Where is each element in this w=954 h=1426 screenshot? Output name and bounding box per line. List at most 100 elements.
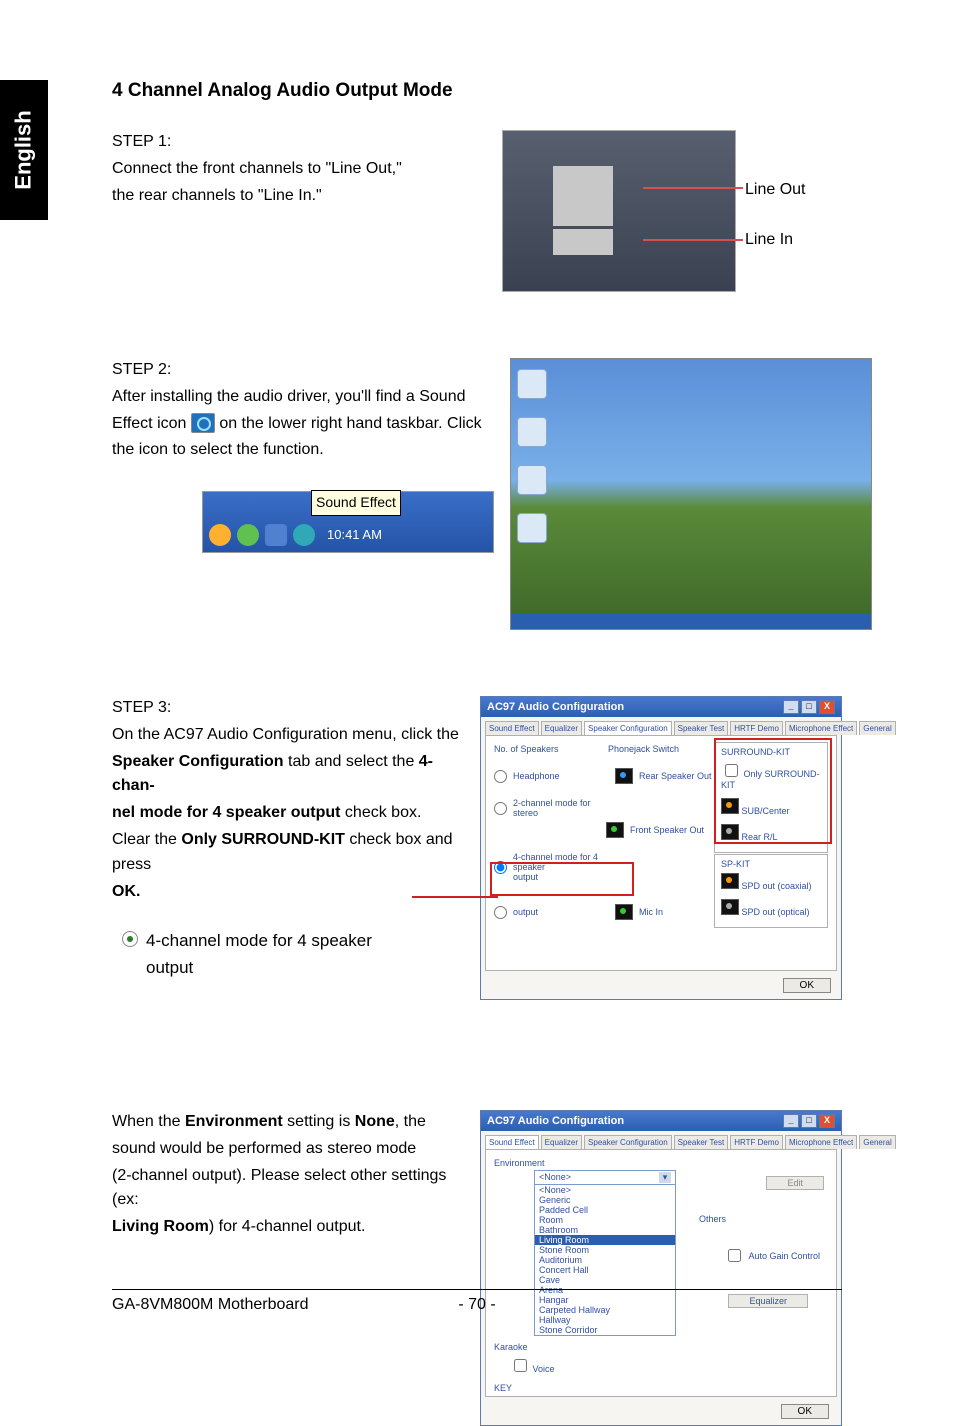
- front-speaker-out-label: Front Speaker Out: [630, 825, 704, 835]
- minimize-button[interactable]: _: [783, 1114, 799, 1128]
- auto-gain-checkbox[interactable]: [728, 1249, 741, 1262]
- step3-title: STEP 3:: [112, 696, 464, 721]
- radio-2channel[interactable]: [494, 802, 507, 815]
- step4-line3: (2-channel output). Please select other …: [112, 1164, 464, 1214]
- desktop-icon[interactable]: [517, 369, 547, 399]
- ac97-title: AC97 Audio Configuration: [487, 701, 624, 713]
- others-label: Others: [699, 1214, 726, 1224]
- env-option[interactable]: Room: [535, 1215, 675, 1225]
- tab-speaker-configuration[interactable]: Speaker Configuration: [584, 721, 672, 735]
- step2-line2: Effect icon on the lower right hand task…: [112, 412, 494, 437]
- desktop-icon[interactable]: [517, 417, 547, 447]
- jack-icon: [721, 899, 739, 915]
- env-option[interactable]: Hallway: [535, 1315, 675, 1325]
- env-option[interactable]: <None>: [535, 1185, 675, 1195]
- env-option[interactable]: Stone Room: [535, 1245, 675, 1255]
- tab-general[interactable]: General: [859, 1135, 895, 1149]
- step3-line2b: tab and select the: [284, 753, 419, 770]
- ac97-title: AC97 Audio Configuration: [487, 1115, 624, 1127]
- highlight-4channel: [490, 862, 634, 896]
- chevron-down-icon[interactable]: ▾: [659, 1172, 671, 1183]
- step4-line2: sound would be performed as stereo mode: [112, 1137, 464, 1162]
- step2-title: STEP 2:: [112, 358, 494, 383]
- step3-line2: Speaker Configuration tab and select the…: [112, 750, 464, 800]
- step2-line2b: on the lower right hand taskbar. Click: [219, 415, 481, 432]
- line-in-label: Line In: [745, 231, 845, 249]
- footer-page: - 70 -: [112, 1296, 842, 1314]
- step3-ok: OK.: [112, 880, 464, 905]
- step3-line3: nel mode for 4 speaker output check box.: [112, 801, 464, 826]
- maximize-button[interactable]: □: [801, 700, 817, 714]
- tab-hrtf-demo[interactable]: HRTF Demo: [730, 721, 783, 735]
- desktop-icon[interactable]: [517, 513, 547, 543]
- tray-icon-1[interactable]: [209, 524, 231, 546]
- minimize-button[interactable]: _: [783, 700, 799, 714]
- environment-group-label: Environment: [494, 1158, 828, 1168]
- close-button[interactable]: X: [819, 700, 835, 714]
- headphone-label: Headphone: [513, 771, 609, 781]
- tab-speaker-configuration[interactable]: Speaker Configuration: [584, 1135, 672, 1149]
- ok-button[interactable]: OK: [781, 1404, 829, 1419]
- sp-kit-title: SP-KIT: [721, 859, 821, 869]
- maximize-button[interactable]: □: [801, 1114, 817, 1128]
- radio-dot-icon[interactable]: [122, 931, 138, 947]
- desktop-icon[interactable]: [517, 465, 547, 495]
- audio-port-photo: Line Out Line In: [502, 130, 736, 292]
- line-out-label: Line Out: [745, 181, 845, 199]
- step1-title: STEP 1:: [112, 130, 486, 155]
- step3-line4a: Clear the: [112, 831, 181, 848]
- ok-button[interactable]: OK: [783, 978, 831, 993]
- env-option[interactable]: Generic: [535, 1195, 675, 1205]
- tab-microphone-effect[interactable]: Microphone Effect: [785, 1135, 857, 1149]
- taskbar[interactable]: [511, 613, 871, 629]
- step3-line1: On the AC97 Audio Configuration menu, cl…: [112, 723, 464, 748]
- tooltip-sound-effect: Sound Effect: [311, 490, 401, 516]
- two-channel-label: 2-channel mode for stereo: [513, 798, 609, 818]
- env-option[interactable]: Stone Corridor: [535, 1325, 675, 1335]
- callout-line: [412, 896, 498, 898]
- jack-icon: [721, 873, 739, 889]
- language-tab: English: [11, 110, 37, 189]
- env-option[interactable]: Concert Hall: [535, 1265, 675, 1275]
- close-button[interactable]: X: [819, 1114, 835, 1128]
- step3-bold-surroundkit: Only SURROUND-KIT: [181, 831, 345, 848]
- karaoke-label: Karaoke: [494, 1342, 828, 1352]
- sound-effect-tray-icon[interactable]: [191, 413, 215, 433]
- step4-line4: Living Room) for 4-channel output.: [112, 1215, 464, 1240]
- edit-button[interactable]: Edit: [766, 1176, 824, 1190]
- tab-microphone-effect[interactable]: Microphone Effect: [785, 721, 857, 735]
- taskbar-screenshot: Sound Effect 10:41 AM: [202, 491, 494, 553]
- step1-line2: the rear channels to "Line In.": [112, 184, 486, 209]
- radio-output[interactable]: [494, 906, 507, 919]
- tab-sound-effect[interactable]: Sound Effect: [485, 721, 539, 735]
- sound-effect-tray-icon-inset[interactable]: [293, 524, 315, 546]
- tab-general[interactable]: General: [859, 721, 895, 735]
- tray-icon-3[interactable]: [265, 524, 287, 546]
- tray-clock: 10:41 AM: [327, 525, 382, 545]
- env-option[interactable]: Living Room: [535, 1235, 675, 1245]
- env-option[interactable]: Bathroom: [535, 1225, 675, 1235]
- env-option[interactable]: Auditorium: [535, 1255, 675, 1265]
- rear-speaker-out-label: Rear Speaker Out: [639, 771, 712, 781]
- radio-4channel-snippet: 4-channel mode for 4 speaker output: [122, 928, 464, 981]
- tab-sound-effect[interactable]: Sound Effect: [485, 1135, 539, 1149]
- highlight-surround-kit: [714, 738, 832, 844]
- step1-line1: Connect the front channels to "Line Out,…: [112, 157, 486, 182]
- tab-equalizer[interactable]: Equalizer: [541, 1135, 582, 1149]
- desktop-screenshot: [510, 358, 872, 630]
- tab-speaker-test[interactable]: Speaker Test: [674, 721, 729, 735]
- tab-equalizer[interactable]: Equalizer: [541, 721, 582, 735]
- tab-speaker-test[interactable]: Speaker Test: [674, 1135, 729, 1149]
- env-option[interactable]: Padded Cell: [535, 1205, 675, 1215]
- radio-snippet-line1: 4-channel mode for 4 speaker: [146, 931, 372, 950]
- spdif-opt-label: SPD out (optical): [742, 907, 810, 917]
- radio-snippet-line2: output: [146, 958, 193, 977]
- step3-line4: Clear the Only SURROUND-KIT check box an…: [112, 828, 464, 878]
- output-label: output: [513, 907, 609, 917]
- tray-icon-2[interactable]: [237, 524, 259, 546]
- voice-cancel-checkbox[interactable]: [514, 1359, 527, 1372]
- radio-headphone[interactable]: [494, 770, 507, 783]
- step4-line1: When the Environment setting is None, th…: [112, 1110, 464, 1135]
- env-option[interactable]: Cave: [535, 1275, 675, 1285]
- tab-hrtf-demo[interactable]: HRTF Demo: [730, 1135, 783, 1149]
